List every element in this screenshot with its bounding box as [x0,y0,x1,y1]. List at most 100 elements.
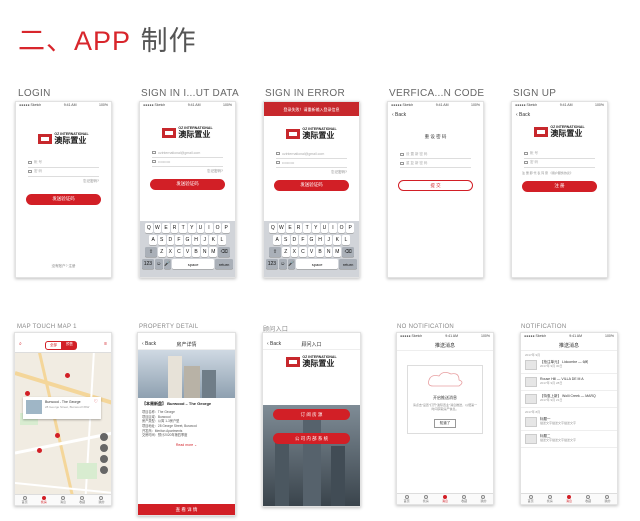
keyboard-key[interactable]: H [192,235,200,245]
layers-icon[interactable] [100,444,108,452]
keyboard-key[interactable]: G [307,235,316,245]
keyboard-key[interactable]: B [192,247,200,257]
keyboard-key[interactable]: L [342,235,350,245]
keyboard-key[interactable]: K [333,235,342,245]
account-input[interactable]: 帐 号 [28,159,99,168]
subscribe-button[interactable]: 订 阅 房 源 [273,409,350,420]
keyboard-key[interactable]: V [307,247,316,257]
tab-item[interactable]: 首页 [528,494,534,503]
list-icon[interactable]: ≡ [104,341,107,347]
keyboard-key[interactable]: I [205,223,213,233]
ok-button[interactable]: 知道了 [433,419,457,429]
zoom-out-icon[interactable] [100,466,108,474]
keyboard-key[interactable]: J [200,235,209,245]
password-input[interactable]: •••••••••• [152,158,223,167]
notification-item[interactable]: 【抢注单元】 Lidcombe — 6间 2017年 9月 30日 [521,357,617,374]
search-icon[interactable]: ⌕ [19,341,22,347]
back-button[interactable]: ‹ Back [392,112,406,118]
keyboard-key[interactable]: S [281,235,290,245]
tab-item[interactable]: 找房 [423,494,429,503]
keyboard-key[interactable]: D [290,235,299,245]
register-button[interactable]: 注 册 [522,180,597,192]
return-key[interactable]: return [215,259,234,269]
keyboard-key[interactable]: Y [312,223,320,233]
repeat-password-input[interactable]: 重 复 新 密 码 [400,159,471,168]
numbers-key[interactable]: 123 [141,259,154,269]
tab-item[interactable]: 我的 [604,494,610,503]
keyboard-key[interactable]: N [200,247,209,257]
keyboard-key[interactable]: X [166,247,175,257]
filter-presale-tab[interactable]: 预售 [62,341,77,350]
keyboard-key[interactable]: X [290,247,299,257]
keyboard-key[interactable]: G [183,235,192,245]
keyboard-key[interactable]: F [175,235,183,245]
keyboard-key[interactable]: R [294,223,303,233]
keyboard-key[interactable]: U [320,223,329,233]
keyboard-key[interactable]: F [299,235,307,245]
heart-icon[interactable]: ♡ [94,399,98,405]
keyboard-key[interactable]: Z [157,247,166,257]
new-password-input[interactable]: 设 置 新 密 码 [400,150,471,159]
keyboard-key[interactable]: Z [281,247,290,257]
back-button[interactable]: ‹ Back [142,341,156,347]
signup-password-input[interactable]: 密 码 [524,159,595,168]
keyboard-key[interactable]: M [333,247,342,257]
account-input[interactable]: ozinternational@gmail.com [152,149,223,158]
keyboard-key[interactable]: Q [145,223,153,233]
keyboard-key[interactable]: E [162,223,170,233]
keyboard-key[interactable]: A [149,235,157,245]
tab-item[interactable]: 我的 [480,494,486,503]
read-more-link[interactable]: Read more ⌄ [138,443,235,447]
tab-item[interactable]: 收藏 [585,494,591,503]
mic-key-icon[interactable]: 🎤 [287,259,296,269]
keyboard-key[interactable]: U [196,223,205,233]
locate-icon[interactable] [100,433,108,441]
keyboard-key[interactable]: C [175,247,183,257]
emoji-key-icon[interactable]: ☺ [154,259,163,269]
keyboard-key[interactable]: B [316,247,324,257]
keyboard-key[interactable]: W [153,223,162,233]
notification-item[interactable]: Rouse Hill — VILLA DE M A 2017年 9月 28日 [521,374,617,391]
keyboard-key[interactable]: R [170,223,179,233]
view-details-button[interactable]: 查 看 详 情 [138,504,235,515]
internal-system-button[interactable]: 公 司 内 部 系 统 [273,433,350,444]
password-input[interactable]: 密 码 [28,168,99,177]
notification-item[interactable]: 标题二 描述文字描述文字描述文字 [521,431,617,448]
tab-item[interactable]: 找房 [547,494,553,503]
tab-item[interactable]: 首页 [22,495,28,504]
keyboard-key[interactable]: V [183,247,192,257]
keyboard-key[interactable]: N [324,247,333,257]
delete-key-icon[interactable]: ⌫ [218,247,231,257]
map-pin-icon[interactable] [55,433,60,438]
mic-key-icon[interactable]: 🎤 [163,259,172,269]
keyboard-key[interactable]: M [209,247,218,257]
keyboard-key[interactable]: O [337,223,346,233]
send-code-button[interactable]: 发送验证码 [150,178,225,190]
register-link[interactable]: 没有账户? 注册 [16,264,111,269]
tab-item[interactable]: 找房 [41,495,47,504]
keyboard-key[interactable]: K [209,235,218,245]
notification-item[interactable]: 【特惠上新】 Wolli Creek — MARQ 2017年 9月 21日 [521,391,617,408]
tab-item[interactable]: 收藏 [461,494,467,503]
keyboard-key[interactable]: C [299,247,307,257]
filter-all-tab[interactable]: 全部 [45,341,62,350]
keyboard-key[interactable]: I [329,223,337,233]
return-key[interactable]: return [339,259,358,269]
keyboard-key[interactable]: O [213,223,222,233]
back-button[interactable]: ‹ Back [267,341,281,347]
space-key[interactable]: space [172,259,215,269]
shift-key-icon[interactable]: ⇧ [268,247,281,257]
tab-item[interactable]: 我的 [98,495,104,504]
keyboard-key[interactable]: T [179,223,187,233]
keyboard-key[interactable]: S [157,235,166,245]
delete-key-icon[interactable]: ⌫ [342,247,355,257]
keyboard-key[interactable]: E [286,223,294,233]
numbers-key[interactable]: 123 [265,259,278,269]
map-pin-icon[interactable] [65,373,70,378]
keyboard-key[interactable]: Q [269,223,277,233]
map-pin-icon[interactable] [37,448,42,453]
keyboard-key[interactable]: T [303,223,311,233]
keyboard-key[interactable]: P [222,223,230,233]
tab-item[interactable]: 消息 [566,494,572,503]
notification-item[interactable]: 标题一 描述文字描述文字描述文字 [521,414,617,431]
